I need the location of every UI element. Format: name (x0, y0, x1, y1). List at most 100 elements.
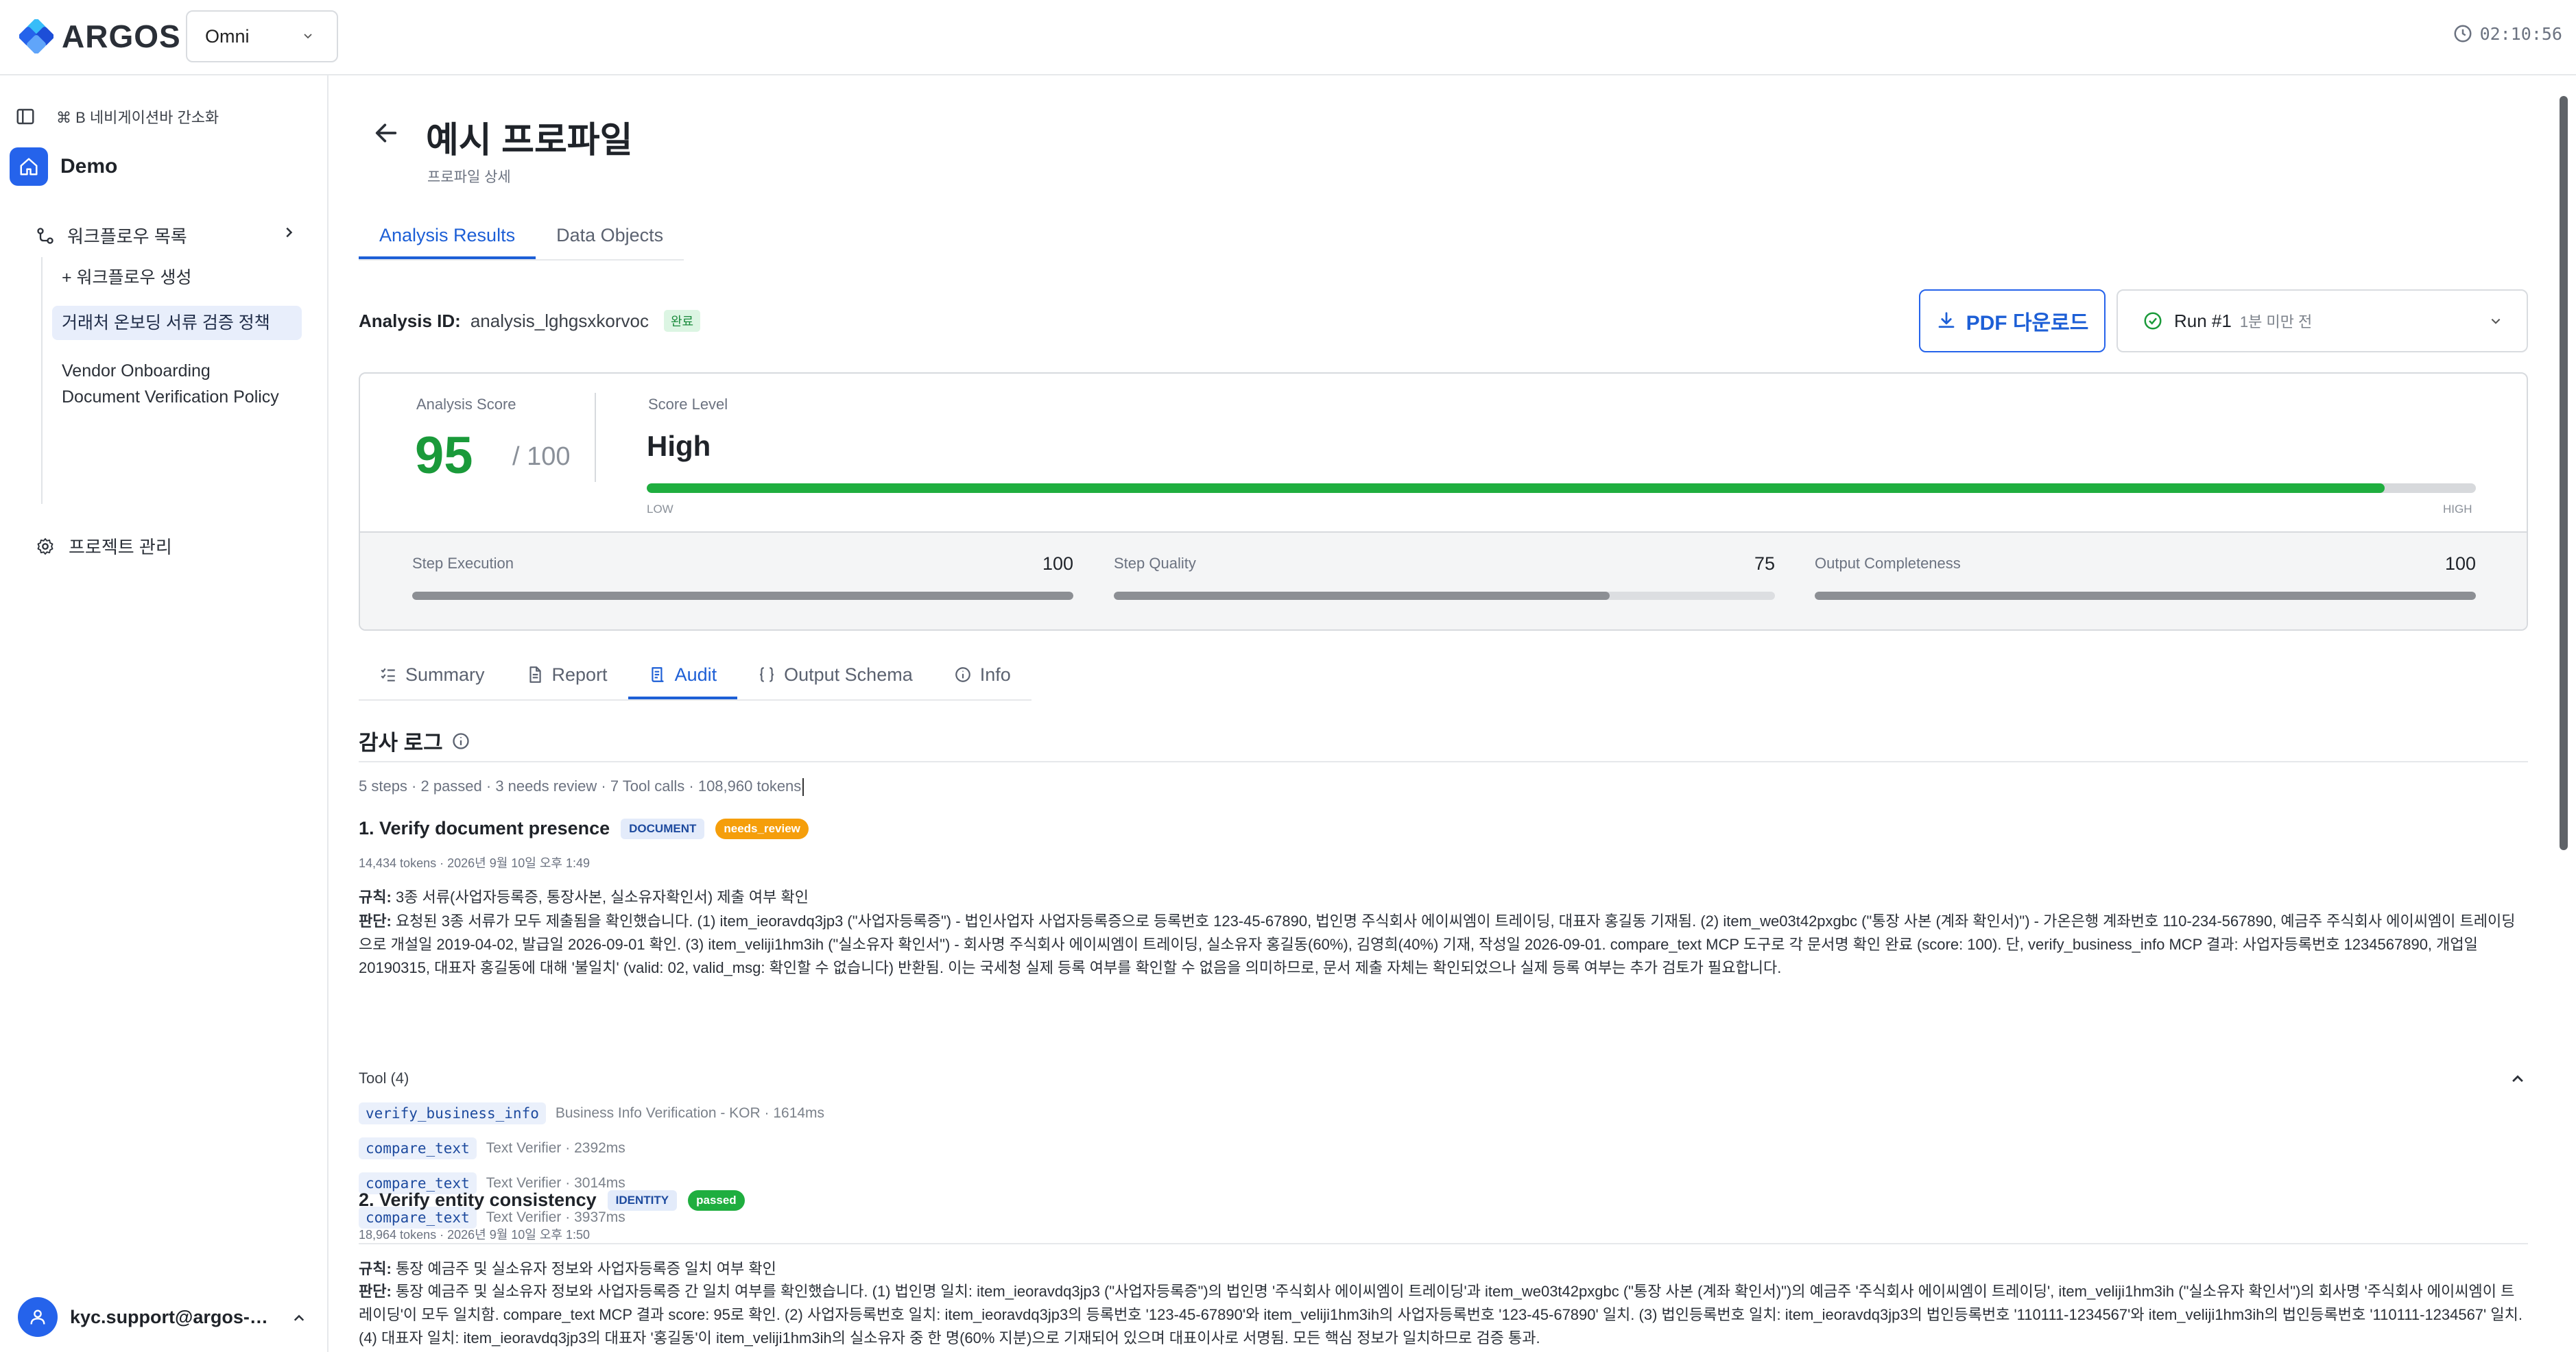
tool-section-toggle[interactable]: Tool (4) (359, 1070, 2528, 1087)
sidebar-collapse-toggle[interactable]: ⌘ B 네비게이션바 간소화 (15, 106, 219, 128)
project-header[interactable]: Demo (10, 147, 117, 186)
score-level-fill (647, 483, 2385, 493)
page-tabs: Analysis Results Data Objects (359, 213, 684, 261)
metric-fill (412, 592, 1073, 600)
analysis-id-value: analysis_lghgsxkorvoc (470, 310, 649, 331)
tool-desc: Text Verifier · 3937ms (486, 1209, 625, 1225)
divider (359, 761, 2528, 762)
metric-fill (1114, 592, 1610, 600)
braces-icon (760, 667, 774, 682)
rule-label: 규칙: (359, 1260, 392, 1277)
judge-text: 요청된 3종 서류가 모두 제출됨을 확인했습니다. (1) item_ieor… (359, 913, 2516, 976)
scrollbar[interactable] (2560, 96, 2568, 850)
metric-name: Output Completeness (1815, 555, 1961, 572)
level-low-label: LOW (647, 503, 673, 516)
tool-call[interactable]: compare_text Text Verifier · 2392ms (359, 1137, 625, 1159)
step-status-badge: passed (688, 1190, 745, 1211)
step-name: 2. Verify entity consistency (359, 1190, 597, 1210)
sidebar-toggle-icon (16, 108, 34, 125)
chevron-up-icon (294, 1314, 305, 1321)
chevron-up-icon (2512, 1075, 2523, 1083)
audit-log-heading: 감사 로그 (359, 731, 443, 755)
user-menu[interactable]: kyc.support@argos-s... (18, 1297, 313, 1337)
metric-value: 100 (1042, 553, 1073, 574)
run-time: 1분 미만 전 (2239, 313, 2313, 330)
check-circle-icon (2144, 312, 2162, 330)
divider (359, 1243, 2528, 1244)
divider (595, 393, 596, 482)
argos-logo-icon (19, 19, 53, 53)
metric-value: 75 (1754, 553, 1775, 574)
tab-data-objects[interactable]: Data Objects (536, 213, 684, 259)
user-email: kyc.support@argos-s... (70, 1306, 273, 1327)
tree-line (41, 257, 43, 504)
sidebar-item-project-manage[interactable]: 프로젝트 관리 (36, 533, 172, 559)
rule-label: 규칙: (359, 889, 392, 906)
run-name: Run #1 (2174, 310, 2232, 331)
sidebar-item-workflows[interactable]: 워크플로우 목록 (36, 223, 296, 248)
level-high-label: HIGH (2443, 503, 2472, 516)
metric-fill (1815, 592, 2476, 600)
home-icon (20, 158, 38, 176)
avatar (18, 1297, 58, 1337)
tab-analysis-results[interactable]: Analysis Results (359, 213, 536, 259)
tab-info[interactable]: Info (933, 653, 1031, 699)
page-subtitle: 프로파일 상세 (427, 169, 511, 185)
tab-label: Info (979, 664, 1011, 685)
judge-label: 판단: (359, 1283, 392, 1300)
workflow-icon (37, 227, 53, 244)
run-select[interactable]: Run #1 1분 미만 전 (2116, 289, 2528, 352)
gear-icon (37, 538, 53, 555)
step-judgement: 판단: 요청된 3종 서류가 모두 제출됨을 확인했습니다. (1) item_… (359, 910, 2526, 980)
info-icon[interactable] (451, 732, 470, 751)
tool-desc: Text Verifier · 2392ms (486, 1140, 625, 1156)
create-workflow-link[interactable]: + 워크플로우 생성 (52, 261, 302, 295)
audit-scroll-icon (651, 667, 664, 682)
tab-audit[interactable]: Audit (628, 653, 738, 699)
score-card: Analysis Score 95 / 100 Score Level High… (359, 372, 2528, 631)
tab-output-schema[interactable]: Output Schema (737, 653, 933, 699)
step-rule: 규칙: 통장 예금주 및 실소유자 정보와 사업자등록증 일치 여부 확인 (359, 1257, 776, 1279)
argos-logo[interactable]: ARGOS (19, 18, 181, 55)
tab-report[interactable]: Report (505, 653, 628, 699)
home-badge (10, 147, 48, 186)
step-name: 1. Verify document presence (359, 818, 610, 838)
sidebar-item-label: 워크플로우 목록 (67, 226, 187, 247)
project-name: Demo (60, 155, 118, 178)
workflow-item[interactable]: Vendor Onboarding Document Verification … (52, 354, 302, 414)
rule-text: 3종 서류(사업자등록증, 통장사본, 실소유자확인서) 제출 여부 확인 (395, 889, 809, 906)
tool-desc: Business Info Verification - KOR · 1614m… (555, 1105, 825, 1121)
clock-icon (2454, 25, 2472, 43)
back-arrow-icon[interactable] (372, 119, 400, 147)
metric-name: Step Execution (412, 555, 514, 572)
tab-label: Audit (674, 664, 717, 685)
tab-label: Summary (405, 664, 485, 685)
metric-bar (1114, 592, 1775, 600)
step-title: 1. Verify document presence DOCUMENT nee… (359, 818, 809, 839)
pdf-download-button[interactable]: PDF 다운로드 (1919, 289, 2106, 352)
user-icon (30, 1309, 45, 1325)
step-category-tag: DOCUMENT (621, 818, 705, 839)
document-icon (529, 666, 541, 683)
score-summary: Analysis Score 95 / 100 Score Level High… (360, 374, 2527, 531)
clock-time: 02:10:56 (2479, 23, 2562, 44)
chevron-down-icon (304, 34, 312, 39)
metric-bar (412, 592, 1073, 600)
score-level-value: High (647, 430, 711, 462)
clock: 02:10:56 (2453, 23, 2562, 44)
workspace-select[interactable]: Omni (186, 10, 338, 62)
checklist-icon (381, 668, 395, 681)
pdf-download-label: PDF 다운로드 (1966, 312, 2089, 335)
analysis-score-value: 95 (415, 426, 473, 485)
chevron-down-icon (2491, 318, 2501, 324)
score-level-bar (647, 483, 2476, 493)
step-title: 2. Verify entity consistency IDENTITY pa… (359, 1190, 745, 1211)
tab-summary[interactable]: Summary (359, 653, 505, 699)
tool-call[interactable]: verify_business_info Business Info Verif… (359, 1102, 824, 1124)
workspace-value: Omni (205, 25, 250, 47)
workflow-item-active[interactable]: 거래처 온보딩 서류 검증 정책 (52, 306, 302, 340)
text-cursor (802, 778, 804, 797)
step-meta: 14,434 tokens · 2026년 9월 10일 오후 1:49 (359, 856, 590, 870)
sidebar: ⌘ B 네비게이션바 간소화 Demo 워크플로우 목록 + 워크플로우 생성 … (0, 75, 329, 1352)
metric-name: Step Quality (1114, 555, 1196, 572)
